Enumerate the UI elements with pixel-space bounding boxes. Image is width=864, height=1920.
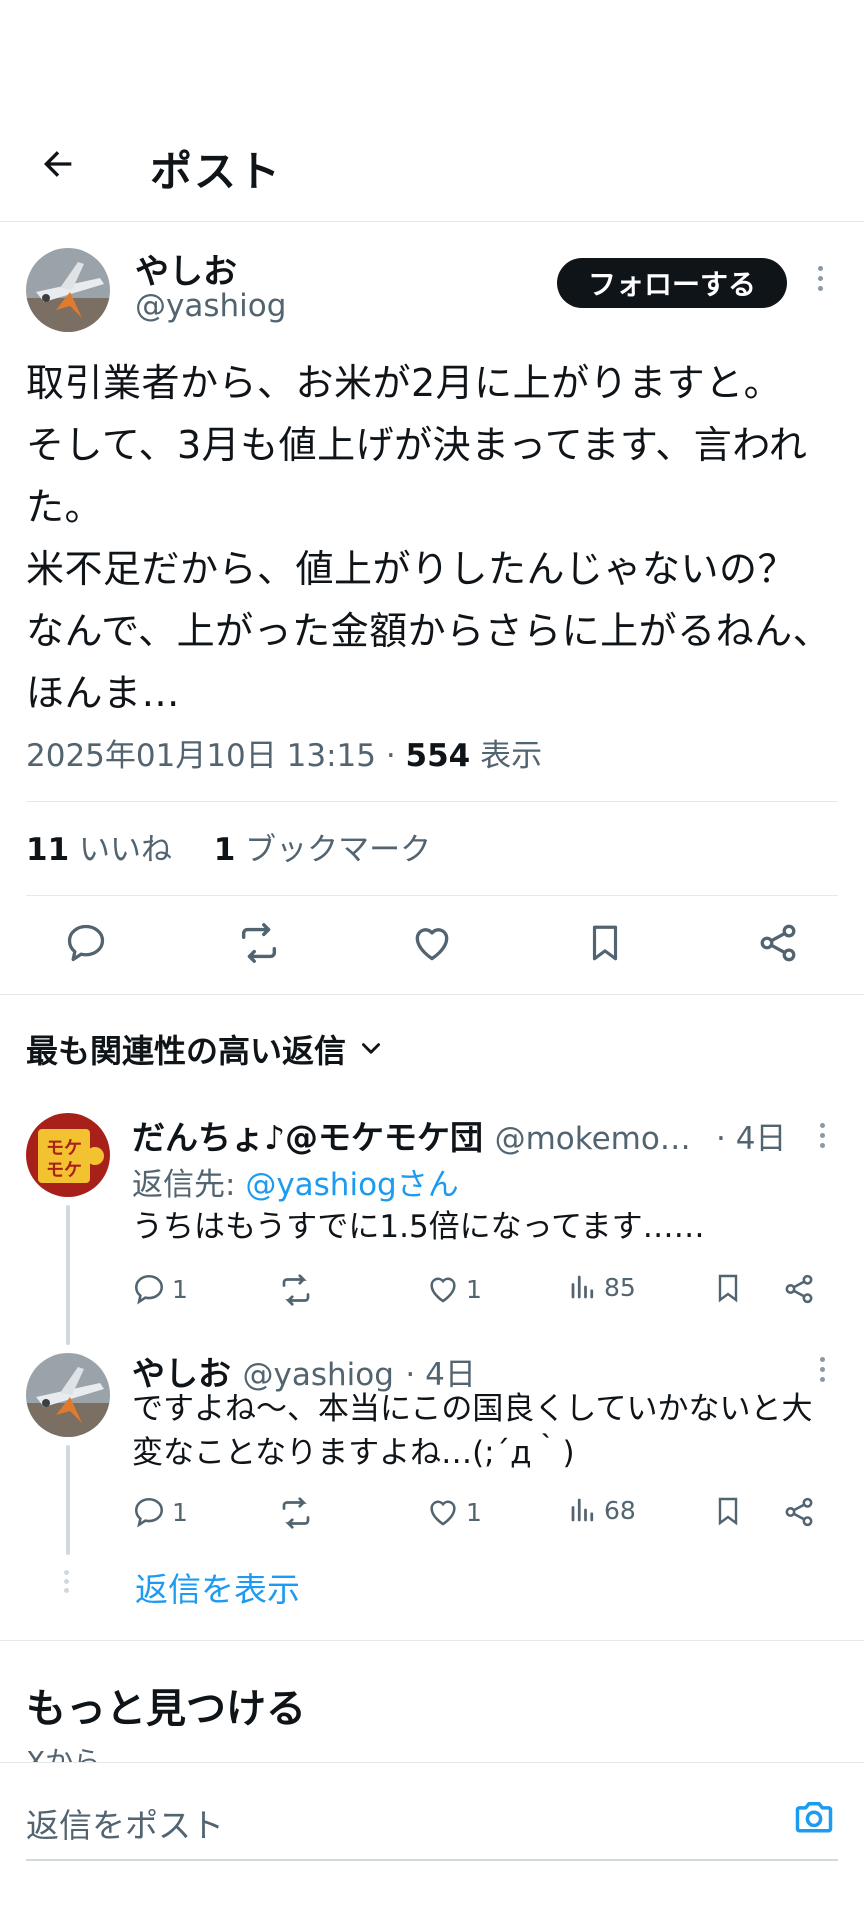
bar-chart-icon bbox=[571, 1275, 594, 1299]
likes-stat[interactable]: 11 いいね bbox=[26, 832, 172, 868]
share-button[interactable] bbox=[782, 1272, 816, 1306]
reply-button[interactable] bbox=[58, 915, 114, 971]
reply-action-bar: 1 1 68 bbox=[132, 1495, 832, 1535]
thread-line bbox=[66, 1205, 70, 1345]
divider bbox=[26, 895, 838, 896]
heart-icon bbox=[415, 928, 449, 961]
share-button[interactable] bbox=[782, 1495, 816, 1529]
svg-text:モケ: モケ bbox=[46, 1160, 82, 1181]
section-divider bbox=[0, 1640, 864, 1641]
repost-button[interactable] bbox=[278, 1272, 314, 1308]
repost-button[interactable] bbox=[278, 1495, 314, 1531]
reply-time[interactable]: · 4日 bbox=[716, 1113, 786, 1158]
reply-avatar[interactable]: モケ モケ bbox=[26, 1113, 110, 1197]
reply-author-name: だんちょ♪@モケモケ団 bbox=[132, 1118, 484, 1157]
meta-separator: · bbox=[375, 738, 406, 774]
like-button[interactable]: 1 bbox=[426, 1272, 482, 1306]
show-replies-link[interactable]: 返信を表示 bbox=[135, 1563, 300, 1611]
heart-icon bbox=[430, 1277, 456, 1303]
reply-action-bar: 1 1 85 bbox=[132, 1272, 832, 1312]
reply-button[interactable]: 1 bbox=[132, 1272, 188, 1306]
share-icon bbox=[785, 1274, 813, 1304]
repost-icon bbox=[282, 1497, 310, 1529]
speech-bubble-icon bbox=[134, 1497, 164, 1528]
speech-bubble-icon bbox=[67, 924, 105, 962]
bookmark-button[interactable] bbox=[712, 1272, 744, 1304]
chevron-down-icon bbox=[362, 1043, 381, 1054]
reply-to: 返信先: @yashiogさん bbox=[132, 1167, 459, 1203]
author-name[interactable]: やしお bbox=[135, 244, 237, 293]
repost-icon bbox=[241, 923, 277, 963]
back-button[interactable] bbox=[34, 140, 82, 188]
more-options-icon[interactable] bbox=[812, 266, 828, 291]
author-handle[interactable]: @yashiog bbox=[135, 288, 286, 324]
like-button[interactable] bbox=[404, 915, 460, 971]
post-action-bar bbox=[0, 915, 864, 995]
author-avatar[interactable] bbox=[26, 248, 110, 332]
post-stats: 11 いいね 1 ブックマーク bbox=[26, 824, 431, 869]
discover-subtitle: Xから bbox=[26, 1745, 102, 1762]
post-meta: 2025年01月10日 13:15 · 554 表示 bbox=[26, 730, 542, 775]
reply-button[interactable]: 1 bbox=[132, 1495, 188, 1529]
replies-sort-dropdown[interactable]: 最も関連性の高い返信 bbox=[26, 1026, 384, 1072]
thread-dots bbox=[64, 1570, 69, 1593]
views-label: 表示 bbox=[480, 738, 543, 774]
more-options-icon[interactable] bbox=[814, 1357, 830, 1382]
reply-composer: 返信をポスト bbox=[0, 1762, 864, 1920]
reply-to-handle[interactable]: @yashiogさん bbox=[245, 1167, 458, 1203]
arrow-left-icon bbox=[44, 151, 72, 177]
bookmarks-stat[interactable]: 1 ブックマーク bbox=[214, 832, 431, 868]
share-icon bbox=[785, 1497, 813, 1527]
divider bbox=[26, 801, 838, 802]
bookmark-icon bbox=[592, 925, 618, 961]
repost-button[interactable] bbox=[231, 915, 287, 971]
speech-bubble-icon bbox=[134, 1274, 164, 1305]
repost-icon bbox=[282, 1274, 310, 1306]
heart-icon bbox=[430, 1500, 456, 1526]
views-count: 554 bbox=[405, 738, 471, 774]
reply-author-handle: @mokemo… bbox=[494, 1121, 691, 1157]
reply-avatar[interactable] bbox=[26, 1353, 110, 1437]
bookmark-icon bbox=[718, 1497, 738, 1526]
input-underline bbox=[26, 1859, 838, 1861]
top-bar: ポスト bbox=[0, 120, 864, 222]
bookmark-button[interactable] bbox=[577, 915, 633, 971]
page-title: ポスト bbox=[150, 147, 283, 196]
follow-button[interactable]: フォローする bbox=[557, 258, 787, 308]
share-icon bbox=[760, 924, 796, 962]
camera-button[interactable] bbox=[790, 1793, 838, 1841]
bar-chart-icon bbox=[571, 1498, 594, 1522]
bookmark-icon bbox=[718, 1274, 738, 1303]
more-options-icon[interactable] bbox=[814, 1123, 830, 1148]
reply-input[interactable]: 返信をポスト bbox=[26, 1799, 224, 1847]
like-button[interactable]: 1 bbox=[426, 1495, 482, 1529]
share-button[interactable] bbox=[750, 915, 806, 971]
camera-icon bbox=[795, 1802, 833, 1833]
post-timestamp[interactable]: 2025年01月10日 13:15 bbox=[26, 738, 376, 774]
views-button[interactable]: 85 bbox=[568, 1272, 636, 1302]
reply-text: うちはもうすでに1.5倍になってます…… bbox=[132, 1209, 705, 1245]
reply-author[interactable]: だんちょ♪@モケモケ団 @mokemo… bbox=[132, 1111, 691, 1159]
thread-line bbox=[66, 1445, 70, 1555]
avatar-logo-text: モケ bbox=[46, 1138, 82, 1159]
sort-label: 最も関連性の高い返信 bbox=[26, 1032, 347, 1070]
post-text: 取引業者から、お米が2月に上がりますと。 そして、3月も値上げが決まってます、言… bbox=[26, 361, 832, 715]
bookmark-button[interactable] bbox=[712, 1495, 744, 1527]
section-divider bbox=[0, 994, 864, 995]
views-button[interactable]: 68 bbox=[568, 1495, 636, 1525]
discover-heading: もっと見つける bbox=[26, 1686, 306, 1732]
reply-text: ですよね〜、本当にこの国良くしていかないと大変なことなりますよね…(;´д｀) bbox=[132, 1391, 813, 1471]
